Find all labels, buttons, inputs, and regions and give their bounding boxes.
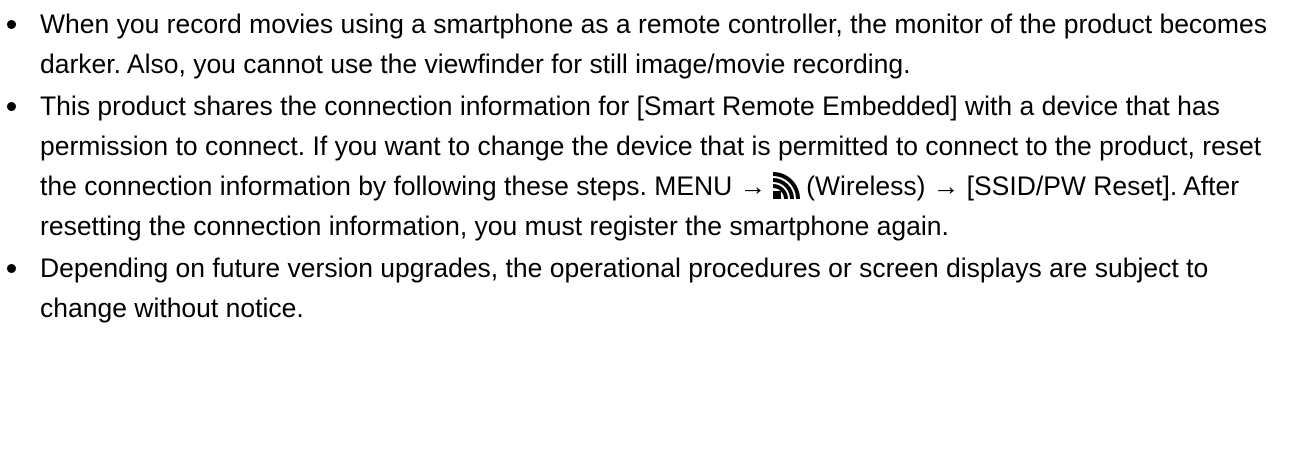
- bullet-icon: [7, 102, 16, 111]
- notes-list: When you record movies using a smartphon…: [7, 4, 1295, 328]
- note-text: Depending on future version upgrades, th…: [40, 253, 1209, 323]
- bullet-icon: [7, 264, 16, 273]
- note-item-connection-info: This product shares the connection infor…: [7, 86, 1295, 246]
- wireless-icon: [773, 172, 801, 199]
- note-text: When you record movies using a smartphon…: [40, 9, 1267, 79]
- note-item-monitor-darker: When you record movies using a smartphon…: [7, 4, 1295, 84]
- note-item-version-upgrades: Depending on future version upgrades, th…: [7, 248, 1295, 328]
- bullet-icon: [7, 20, 16, 29]
